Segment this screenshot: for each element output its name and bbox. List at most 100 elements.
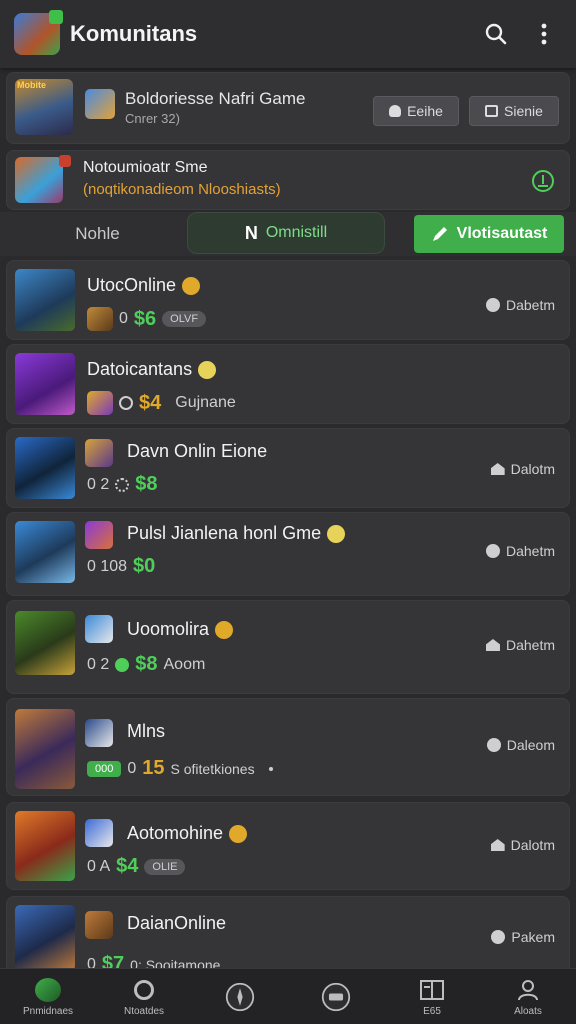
tab-active-label: Omnistill xyxy=(265,224,328,241)
status-label: Dahetm xyxy=(505,637,555,653)
settings-icon xyxy=(119,396,133,410)
game-mini-icon xyxy=(87,391,113,415)
status-label: Dalotm xyxy=(510,461,555,477)
featured-button-2-label: Sienie xyxy=(504,103,543,119)
status[interactable]: Pakem xyxy=(491,929,555,945)
list-item[interactable]: UtocOnline 0 $6 OLVF Dabetm xyxy=(6,260,570,340)
emoji-icon xyxy=(182,276,201,295)
status-dot-icon xyxy=(485,544,500,558)
price: $4 xyxy=(116,855,139,877)
gear-icon xyxy=(115,657,130,672)
game-title: Aotomohine xyxy=(127,823,224,843)
game-mini-icon xyxy=(85,719,113,747)
count: 0 2 xyxy=(87,475,110,493)
tag-text: Aoom xyxy=(163,655,206,673)
status[interactable]: Dahetm xyxy=(485,637,555,653)
status-label: Dalotm xyxy=(510,837,555,853)
game-thumbnail xyxy=(15,709,75,789)
badge: 000 xyxy=(87,760,122,777)
list-item[interactable]: Uoomolira 0 2 $8 Aoom Dahetm xyxy=(6,600,570,694)
game-mini-icon xyxy=(87,307,113,331)
tab-plain[interactable]: Nohle xyxy=(10,212,185,256)
status-label: Dabetm xyxy=(505,297,555,313)
window-icon xyxy=(485,105,499,117)
nav-profile[interactable]: Aloats xyxy=(480,969,576,1024)
status[interactable]: Dalotm xyxy=(490,837,555,853)
count: 0 2 xyxy=(87,655,110,673)
game-thumbnail xyxy=(15,521,75,583)
price: $0 xyxy=(133,555,156,577)
game-thumbnail xyxy=(15,611,75,675)
game-title: Uoomolira xyxy=(127,619,210,639)
game-thumbnail xyxy=(15,811,75,881)
badge-icon xyxy=(49,10,63,24)
filter-tabs: Nohle N Omnistill Vlotisautast xyxy=(0,212,576,256)
download-icon[interactable] xyxy=(531,169,555,198)
featured-button-1-label: Eeihe xyxy=(407,103,443,119)
count: 0 xyxy=(119,310,128,327)
bottom-nav: Pnmidnaes Ntoatdes E65 Aloats xyxy=(0,968,576,1024)
house-icon xyxy=(490,839,505,851)
nav-profile-label: Aloats xyxy=(514,1006,542,1017)
status-label: Dahetm xyxy=(505,543,555,559)
notification-card[interactable]: Notoumioatr Sme (noqtikonadieom Nlooshia… xyxy=(6,150,570,210)
game-thumbnail xyxy=(15,905,75,971)
price: $4 xyxy=(139,391,162,414)
create-button[interactable]: Vlotisautast xyxy=(414,215,564,253)
pencil-icon xyxy=(432,227,447,241)
tab-active[interactable]: N Omnistill xyxy=(187,212,385,254)
game-thumbnail xyxy=(15,353,75,415)
emoji-icon xyxy=(198,360,217,379)
create-button-label: Vlotisautast xyxy=(456,225,548,242)
nav-home-label: Pnmidnaes xyxy=(22,1006,74,1017)
featured-game-card[interactable]: Mobite Boldoriesse Nafri Game Cnrer 32) … xyxy=(6,72,570,144)
notification-badge-icon xyxy=(59,155,71,167)
nav-home[interactable]: Pnmidnaes xyxy=(0,969,96,1024)
nav-chat[interactable] xyxy=(288,969,384,1024)
list-item[interactable]: Aotomohine 0 A $4 OLIE Dalotm xyxy=(6,802,570,890)
featured-button-2[interactable]: Sienie xyxy=(469,96,559,126)
status-label: Daleom xyxy=(506,737,555,753)
app-logo[interactable] xyxy=(14,10,63,55)
nav-news[interactable]: Ntoatdes xyxy=(96,969,192,1024)
price: $8 xyxy=(135,653,158,675)
emoji-icon xyxy=(327,524,346,543)
game-mini-icon xyxy=(85,911,113,939)
app-bar: Komunitans xyxy=(0,0,576,68)
game-title: Pulsl Jianlena honl Gme xyxy=(127,523,322,543)
status[interactable]: Dahetm xyxy=(485,543,555,559)
game-title: Datoicantans xyxy=(87,359,193,379)
nav-list[interactable]: E65 xyxy=(384,969,480,1024)
featured-title: Boldoriesse Nafri Game xyxy=(125,89,306,108)
status[interactable]: Daleom xyxy=(486,737,555,753)
game-title: UtocOnline xyxy=(87,275,177,295)
bullet-icon xyxy=(268,766,273,771)
status-dot-icon xyxy=(486,738,501,752)
news-icon xyxy=(129,976,159,1004)
tag: OLIE xyxy=(144,858,186,875)
profile-icon xyxy=(513,976,543,1004)
chat-icon xyxy=(321,982,351,1011)
game-mini-icon xyxy=(85,439,113,467)
search-icon[interactable] xyxy=(478,16,514,52)
status[interactable]: Dabetm xyxy=(485,297,555,313)
price: $8 xyxy=(135,473,158,495)
status-dot-icon xyxy=(485,298,500,312)
list-item[interactable]: Pulsl Jianlena honl Gme 0 108 $0 Dahetm xyxy=(6,512,570,596)
status[interactable]: Dalotm xyxy=(490,461,555,477)
game-title: Davn Onlin Eione xyxy=(127,441,268,461)
more-vertical-icon[interactable] xyxy=(526,16,562,52)
tag-text: Gujnane xyxy=(175,394,236,411)
list-item[interactable]: Davn Onlin Eione 0 2 $8 Dalotm xyxy=(6,428,570,508)
notification-subtitle: (noqtikonadieom Nlooshiasts) xyxy=(83,181,281,198)
game-title: DaianOnline xyxy=(127,913,227,933)
featured-button-1[interactable]: Eeihe xyxy=(373,96,459,126)
list-item[interactable]: Mlns 000 0 15 S ofitetkiones Daleom xyxy=(6,698,570,796)
tag-text: S ofitetkiones xyxy=(170,760,255,777)
list-item[interactable]: Datoicantans $4 Gujnane xyxy=(6,344,570,424)
notification-avatar xyxy=(15,157,63,203)
featured-banner-image: Mobite xyxy=(15,79,73,135)
nav-compass[interactable] xyxy=(192,969,288,1024)
count: 0 A xyxy=(87,857,111,875)
list-item[interactable]: DaianOnline 0 $7 0: Sooitamone Pakem xyxy=(6,896,570,976)
